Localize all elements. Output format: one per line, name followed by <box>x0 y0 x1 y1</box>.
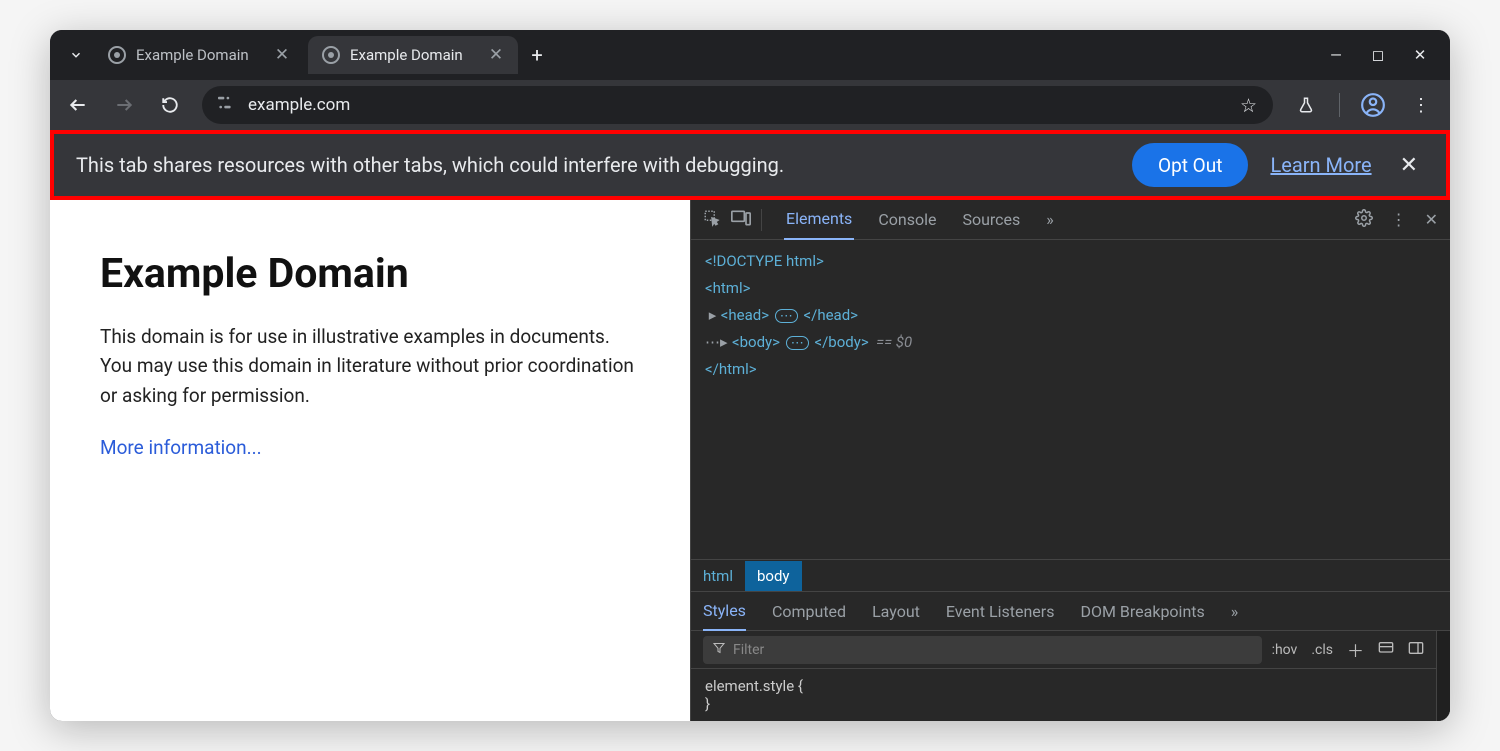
close-infobar-icon[interactable]: ✕ <box>1394 153 1424 178</box>
tab-styles[interactable]: Styles <box>703 592 746 631</box>
maximize-icon[interactable]: ◻ <box>1368 46 1388 64</box>
close-devtools-icon[interactable]: ✕ <box>1425 210 1438 229</box>
opt-out-button[interactable]: Opt Out <box>1132 143 1248 187</box>
expand-arrow-icon[interactable]: ▸ <box>709 302 721 329</box>
tabs-dropdown-icon[interactable] <box>62 41 90 69</box>
ellipsis-icon[interactable]: ⋯ <box>786 336 809 350</box>
toolbar: example.com ☆ ⋮ <box>50 80 1450 130</box>
labs-icon[interactable] <box>1291 90 1321 120</box>
web-page: Example Domain This domain is for use in… <box>50 200 690 721</box>
filter-icon <box>713 642 725 658</box>
crumb-body[interactable]: body <box>745 561 802 591</box>
url-text: example.com <box>248 95 1228 115</box>
reload-button[interactable] <box>156 91 184 119</box>
globe-icon <box>322 46 340 64</box>
tab-elements[interactable]: Elements <box>784 200 854 240</box>
dom-head-close: </head> <box>804 306 859 324</box>
tab-sources[interactable]: Sources <box>960 200 1022 239</box>
dom-body-close: </body> <box>814 333 868 351</box>
tab-layout[interactable]: Layout <box>872 602 920 621</box>
content-area: Example Domain This domain is for use in… <box>50 200 1450 721</box>
panel-layout-icon[interactable] <box>1408 641 1424 659</box>
tab-dom-breakpoints[interactable]: DOM Breakpoints <box>1080 602 1204 621</box>
selected-dots-icon: ⋯ <box>705 333 720 351</box>
more-tabs-icon[interactable]: » <box>1044 200 1056 239</box>
device-toolbar-icon[interactable] <box>731 210 751 230</box>
tab-console[interactable]: Console <box>876 200 938 239</box>
toolbar-divider <box>1339 93 1340 117</box>
tab-event-listeners[interactable]: Event Listeners <box>946 602 1055 621</box>
learn-more-link[interactable]: Learn More <box>1270 153 1371 177</box>
style-line: element.style { <box>705 677 1422 695</box>
tab-computed[interactable]: Computed <box>772 602 846 621</box>
more-info-link[interactable]: More information... <box>100 436 262 459</box>
window-controls: — ◻ ✕ <box>1326 46 1438 64</box>
close-window-icon[interactable]: ✕ <box>1410 46 1430 64</box>
more-tabs-icon[interactable]: » <box>1231 602 1239 621</box>
back-button[interactable] <box>64 91 92 119</box>
devtools-tabbar: Elements Console Sources » ⋮ ✕ <box>691 200 1450 240</box>
new-style-rule-icon[interactable]: ＋ <box>1347 637 1364 662</box>
cls-toggle[interactable]: .cls <box>1311 642 1333 658</box>
forward-button[interactable] <box>110 91 138 119</box>
computed-toggle-icon[interactable] <box>1378 641 1394 659</box>
profile-icon[interactable] <box>1358 90 1388 120</box>
tab-title: Example Domain <box>136 46 264 64</box>
new-tab-button[interactable]: + <box>522 40 552 70</box>
browser-window: Example Domain ✕ Example Domain ✕ + — ◻ … <box>50 30 1450 721</box>
filter-placeholder: Filter <box>733 642 764 658</box>
infobar-message: This tab shares resources with other tab… <box>76 153 1110 177</box>
dom-tree[interactable]: <!DOCTYPE html> <html> ▸<head> ⋯ </head>… <box>691 240 1450 559</box>
devtools-panel: Elements Console Sources » ⋮ ✕ <!DOCTYPE… <box>690 200 1450 721</box>
hov-toggle[interactable]: :hov <box>1272 642 1298 658</box>
menu-icon[interactable]: ⋮ <box>1406 90 1436 120</box>
style-line: } <box>705 695 1422 713</box>
crumb-html[interactable]: html <box>691 561 745 591</box>
dom-selected-indicator: == $0 <box>876 333 912 351</box>
gear-icon[interactable] <box>1355 209 1373 231</box>
expand-arrow-icon[interactable]: ▸ <box>720 329 732 356</box>
close-icon[interactable]: ✕ <box>274 47 290 63</box>
tab-title: Example Domain <box>350 46 478 64</box>
debug-infobar: This tab shares resources with other tab… <box>50 130 1450 200</box>
kebab-menu-icon[interactable]: ⋮ <box>1391 210 1407 229</box>
dom-head: <head> <box>721 306 769 324</box>
site-settings-icon[interactable] <box>218 96 236 114</box>
tab-1[interactable]: Example Domain ✕ <box>94 36 304 74</box>
address-bar[interactable]: example.com ☆ <box>202 86 1273 124</box>
dom-html-close: </html> <box>705 360 757 378</box>
styles-filter-input[interactable]: Filter <box>703 636 1262 664</box>
styles-scrollbar[interactable] <box>1436 631 1450 721</box>
dom-html-open: <html> <box>705 279 750 297</box>
styles-tabbar: Styles Computed Layout Event Listeners D… <box>691 591 1450 631</box>
bookmark-star-icon[interactable]: ☆ <box>1240 94 1257 117</box>
styles-filter-row: Filter :hov .cls ＋ <box>691 631 1436 669</box>
tab-bar: Example Domain ✕ Example Domain ✕ + — ◻ … <box>50 30 1450 80</box>
page-paragraph: This domain is for use in illustrative e… <box>100 322 640 410</box>
dom-doctype: <!DOCTYPE html> <box>705 252 824 270</box>
inspect-element-icon[interactable] <box>703 209 721 231</box>
close-icon[interactable]: ✕ <box>488 47 504 63</box>
minimize-icon[interactable]: — <box>1326 46 1346 64</box>
dom-body: <body> <box>732 333 780 351</box>
styles-body[interactable]: element.style { } <box>691 669 1436 721</box>
tab-2-active[interactable]: Example Domain ✕ <box>308 36 518 74</box>
page-heading: Example Domain <box>100 250 640 298</box>
dom-breadcrumb: html body <box>691 559 1450 591</box>
globe-icon <box>108 46 126 64</box>
ellipsis-icon[interactable]: ⋯ <box>775 309 798 323</box>
